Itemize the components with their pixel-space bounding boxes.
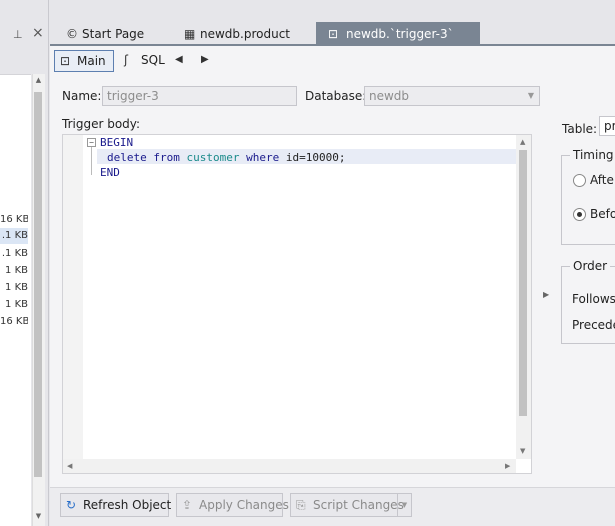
code-editor[interactable] bbox=[62, 134, 532, 474]
follows-label: Follows bbox=[572, 292, 615, 306]
scroll-up-icon[interactable]: ▲ bbox=[33, 76, 44, 86]
left-scrollbar-thumb[interactable] bbox=[34, 92, 42, 477]
script-changes-button[interactable]: ⎘ Script Changes ▼ bbox=[290, 493, 412, 517]
tab-label: newdb.product bbox=[200, 27, 291, 41]
table-label: Table: bbox=[562, 122, 598, 136]
name-field[interactable]: trigger-3 bbox=[102, 86, 297, 106]
list-item[interactable]: 1 KB bbox=[0, 297, 28, 313]
apply-changes-button[interactable]: ⇪ Apply Changes bbox=[176, 493, 289, 517]
trigger-body-label: Trigger body: bbox=[62, 117, 141, 131]
list-item[interactable]: .1 KB bbox=[0, 246, 28, 262]
chevron-down-icon[interactable]: ▼ bbox=[397, 494, 411, 516]
precedes-label: Precede bbox=[572, 318, 615, 332]
timing-title: Timing bbox=[570, 148, 615, 162]
order-title: Order bbox=[570, 259, 611, 273]
keyword: END bbox=[100, 166, 120, 179]
code-line-3: END bbox=[100, 165, 120, 180]
refresh-icon: ↻ bbox=[66, 498, 77, 512]
tab-newdb-product[interactable]: ▦ newdb.product bbox=[184, 22, 309, 46]
code-line-1: BEGIN bbox=[100, 135, 133, 150]
expand-right-icon[interactable]: ▶ bbox=[543, 290, 549, 299]
sql-icon: ʃ bbox=[124, 53, 129, 67]
main-icon: ⊡ bbox=[60, 54, 71, 68]
sql-label: SQL bbox=[141, 53, 165, 67]
keyword: where bbox=[246, 151, 280, 164]
before-radio[interactable] bbox=[573, 208, 586, 221]
main-view-button[interactable]: ⊡ Main bbox=[54, 50, 114, 72]
name-label: Name: bbox=[62, 89, 102, 103]
trigger-icon: ⊡ bbox=[328, 27, 339, 41]
main-label: Main bbox=[77, 54, 106, 68]
list-item[interactable]: 16 KB bbox=[0, 212, 28, 228]
apply-label: Apply Changes bbox=[199, 498, 289, 512]
scroll-down-icon[interactable]: ▼ bbox=[33, 512, 44, 522]
database-select[interactable]: newdb ▼ bbox=[364, 86, 540, 106]
previous-icon[interactable]: ◀ bbox=[175, 54, 183, 65]
editor-vertical-scrollbar-thumb[interactable] bbox=[519, 150, 527, 416]
sql-view-button[interactable]: ʃ SQL bbox=[119, 50, 169, 72]
table-icon: ▦ bbox=[184, 27, 196, 41]
list-item[interactable]: 1 KB bbox=[0, 280, 28, 296]
scroll-up-icon[interactable]: ▲ bbox=[520, 138, 525, 146]
editor-horizontal-scrollbar[interactable] bbox=[63, 459, 516, 473]
table-select[interactable]: pr bbox=[599, 116, 615, 136]
list-item[interactable]: .1 KB bbox=[0, 228, 28, 244]
scroll-right-icon[interactable]: ▶ bbox=[505, 462, 510, 470]
chevron-down-icon: ▼ bbox=[527, 91, 534, 100]
timing-group bbox=[561, 155, 615, 245]
tab-trigger-3[interactable]: ⊡ newdb.`trigger-3` bbox=[316, 22, 480, 46]
next-icon[interactable]: ▶ bbox=[201, 54, 209, 65]
tab-start-page[interactable]: © Start Page bbox=[66, 22, 176, 46]
tab-label: newdb.`trigger-3` bbox=[346, 27, 454, 41]
pin-icon[interactable]: ⊥ bbox=[13, 28, 23, 41]
refresh-label: Refresh Object bbox=[83, 498, 172, 512]
list-item[interactable]: 1 KB bbox=[0, 263, 28, 279]
refresh-object-button[interactable]: ↻ Refresh Object bbox=[60, 493, 172, 517]
after-radio[interactable] bbox=[573, 174, 586, 187]
close-icon[interactable]: × bbox=[32, 25, 44, 41]
start-page-icon: © bbox=[66, 27, 78, 41]
after-label: Afte bbox=[590, 173, 614, 187]
script-icon: ⎘ bbox=[296, 498, 306, 512]
fold-collapse-icon[interactable]: − bbox=[87, 138, 96, 147]
file-size-list: 16 KB .1 KB .1 KB 1 KB 1 KB 1 KB 16 KB bbox=[0, 74, 31, 526]
keyword: BEGIN bbox=[100, 136, 134, 149]
script-label: Script Changes bbox=[313, 498, 404, 512]
apply-icon: ⇪ bbox=[182, 498, 193, 512]
identifier: customer bbox=[186, 151, 240, 164]
scroll-left-icon[interactable]: ◀ bbox=[67, 462, 72, 470]
tab-label: Start Page bbox=[82, 27, 145, 41]
expression: id=10000; bbox=[285, 151, 346, 164]
fold-guide bbox=[91, 147, 92, 175]
before-label: Befo bbox=[590, 207, 615, 221]
list-item[interactable]: 16 KB bbox=[0, 314, 28, 330]
code-line-2: delete from customer where id=10000; bbox=[107, 150, 345, 165]
editor-gutter bbox=[63, 135, 83, 459]
scroll-down-icon[interactable]: ▼ bbox=[520, 447, 525, 455]
database-label: Database: bbox=[305, 89, 367, 103]
database-value: newdb bbox=[369, 89, 410, 103]
keyword: delete from bbox=[107, 151, 180, 164]
